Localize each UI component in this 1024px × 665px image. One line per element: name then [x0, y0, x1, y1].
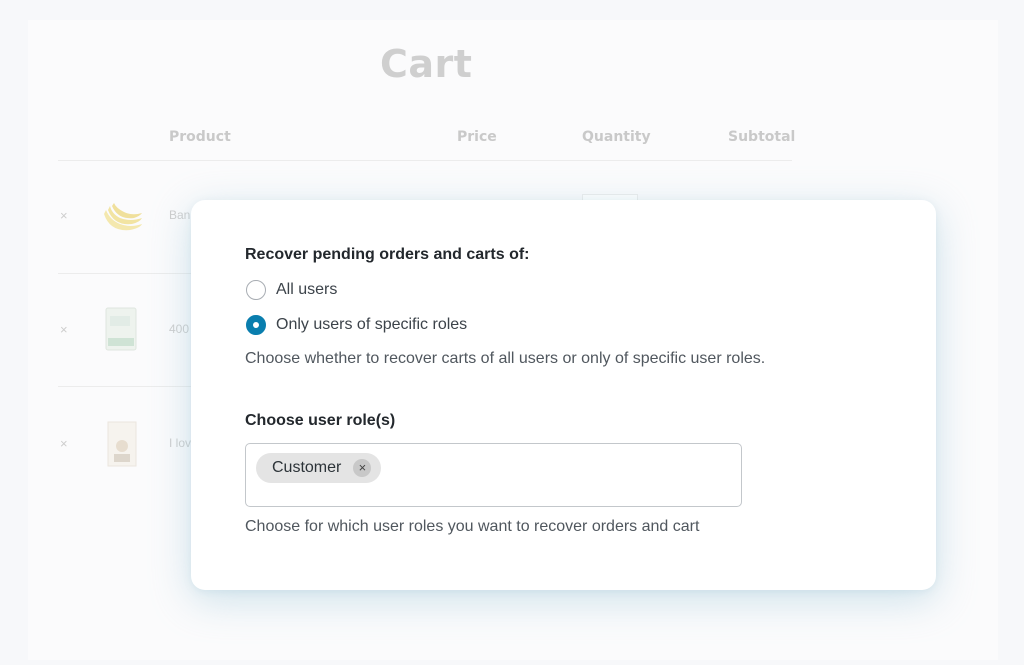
- roles-setting-label: Choose user role(s): [245, 412, 396, 429]
- role-chip-label: Customer: [272, 459, 342, 476]
- cart-title: Cart: [380, 42, 473, 86]
- column-header-product: Product: [169, 129, 231, 145]
- product-name[interactable]: I lov: [169, 436, 191, 450]
- product-name[interactable]: 400: [169, 322, 189, 336]
- product-box-thumbnail: [105, 307, 137, 351]
- column-header-subtotal: Subtotal: [728, 129, 796, 145]
- radio-unchecked-icon[interactable]: [246, 280, 266, 300]
- remove-chip-icon[interactable]: ×: [353, 459, 372, 477]
- role-chip-customer: Customer ×: [256, 453, 382, 483]
- table-divider: [58, 160, 792, 161]
- remove-item-icon[interactable]: ×: [60, 436, 68, 451]
- remove-item-icon[interactable]: ×: [60, 208, 68, 223]
- radio-specific-roles[interactable]: Only users of specific roles: [246, 315, 467, 335]
- radio-all-users[interactable]: All users: [246, 280, 337, 300]
- recovery-settings-modal: Recover pending orders and carts of: All…: [191, 200, 936, 590]
- remove-item-icon[interactable]: ×: [60, 322, 68, 337]
- column-header-price: Price: [457, 129, 497, 145]
- recover-help-text: Choose whether to recover carts of all u…: [245, 350, 766, 367]
- radio-checked-icon[interactable]: [246, 315, 266, 335]
- product-name[interactable]: Ban: [169, 208, 190, 222]
- roles-help-text: Choose for which user roles you want to …: [245, 518, 700, 535]
- banana-product-thumbnail: [104, 203, 142, 231]
- recover-setting-label: Recover pending orders and carts of:: [245, 246, 530, 263]
- book-product-thumbnail: [107, 421, 137, 467]
- user-roles-multiselect[interactable]: Customer ×: [245, 443, 742, 507]
- column-header-quantity: Quantity: [582, 129, 651, 145]
- radio-label[interactable]: All users: [276, 281, 337, 299]
- radio-label[interactable]: Only users of specific roles: [276, 316, 467, 334]
